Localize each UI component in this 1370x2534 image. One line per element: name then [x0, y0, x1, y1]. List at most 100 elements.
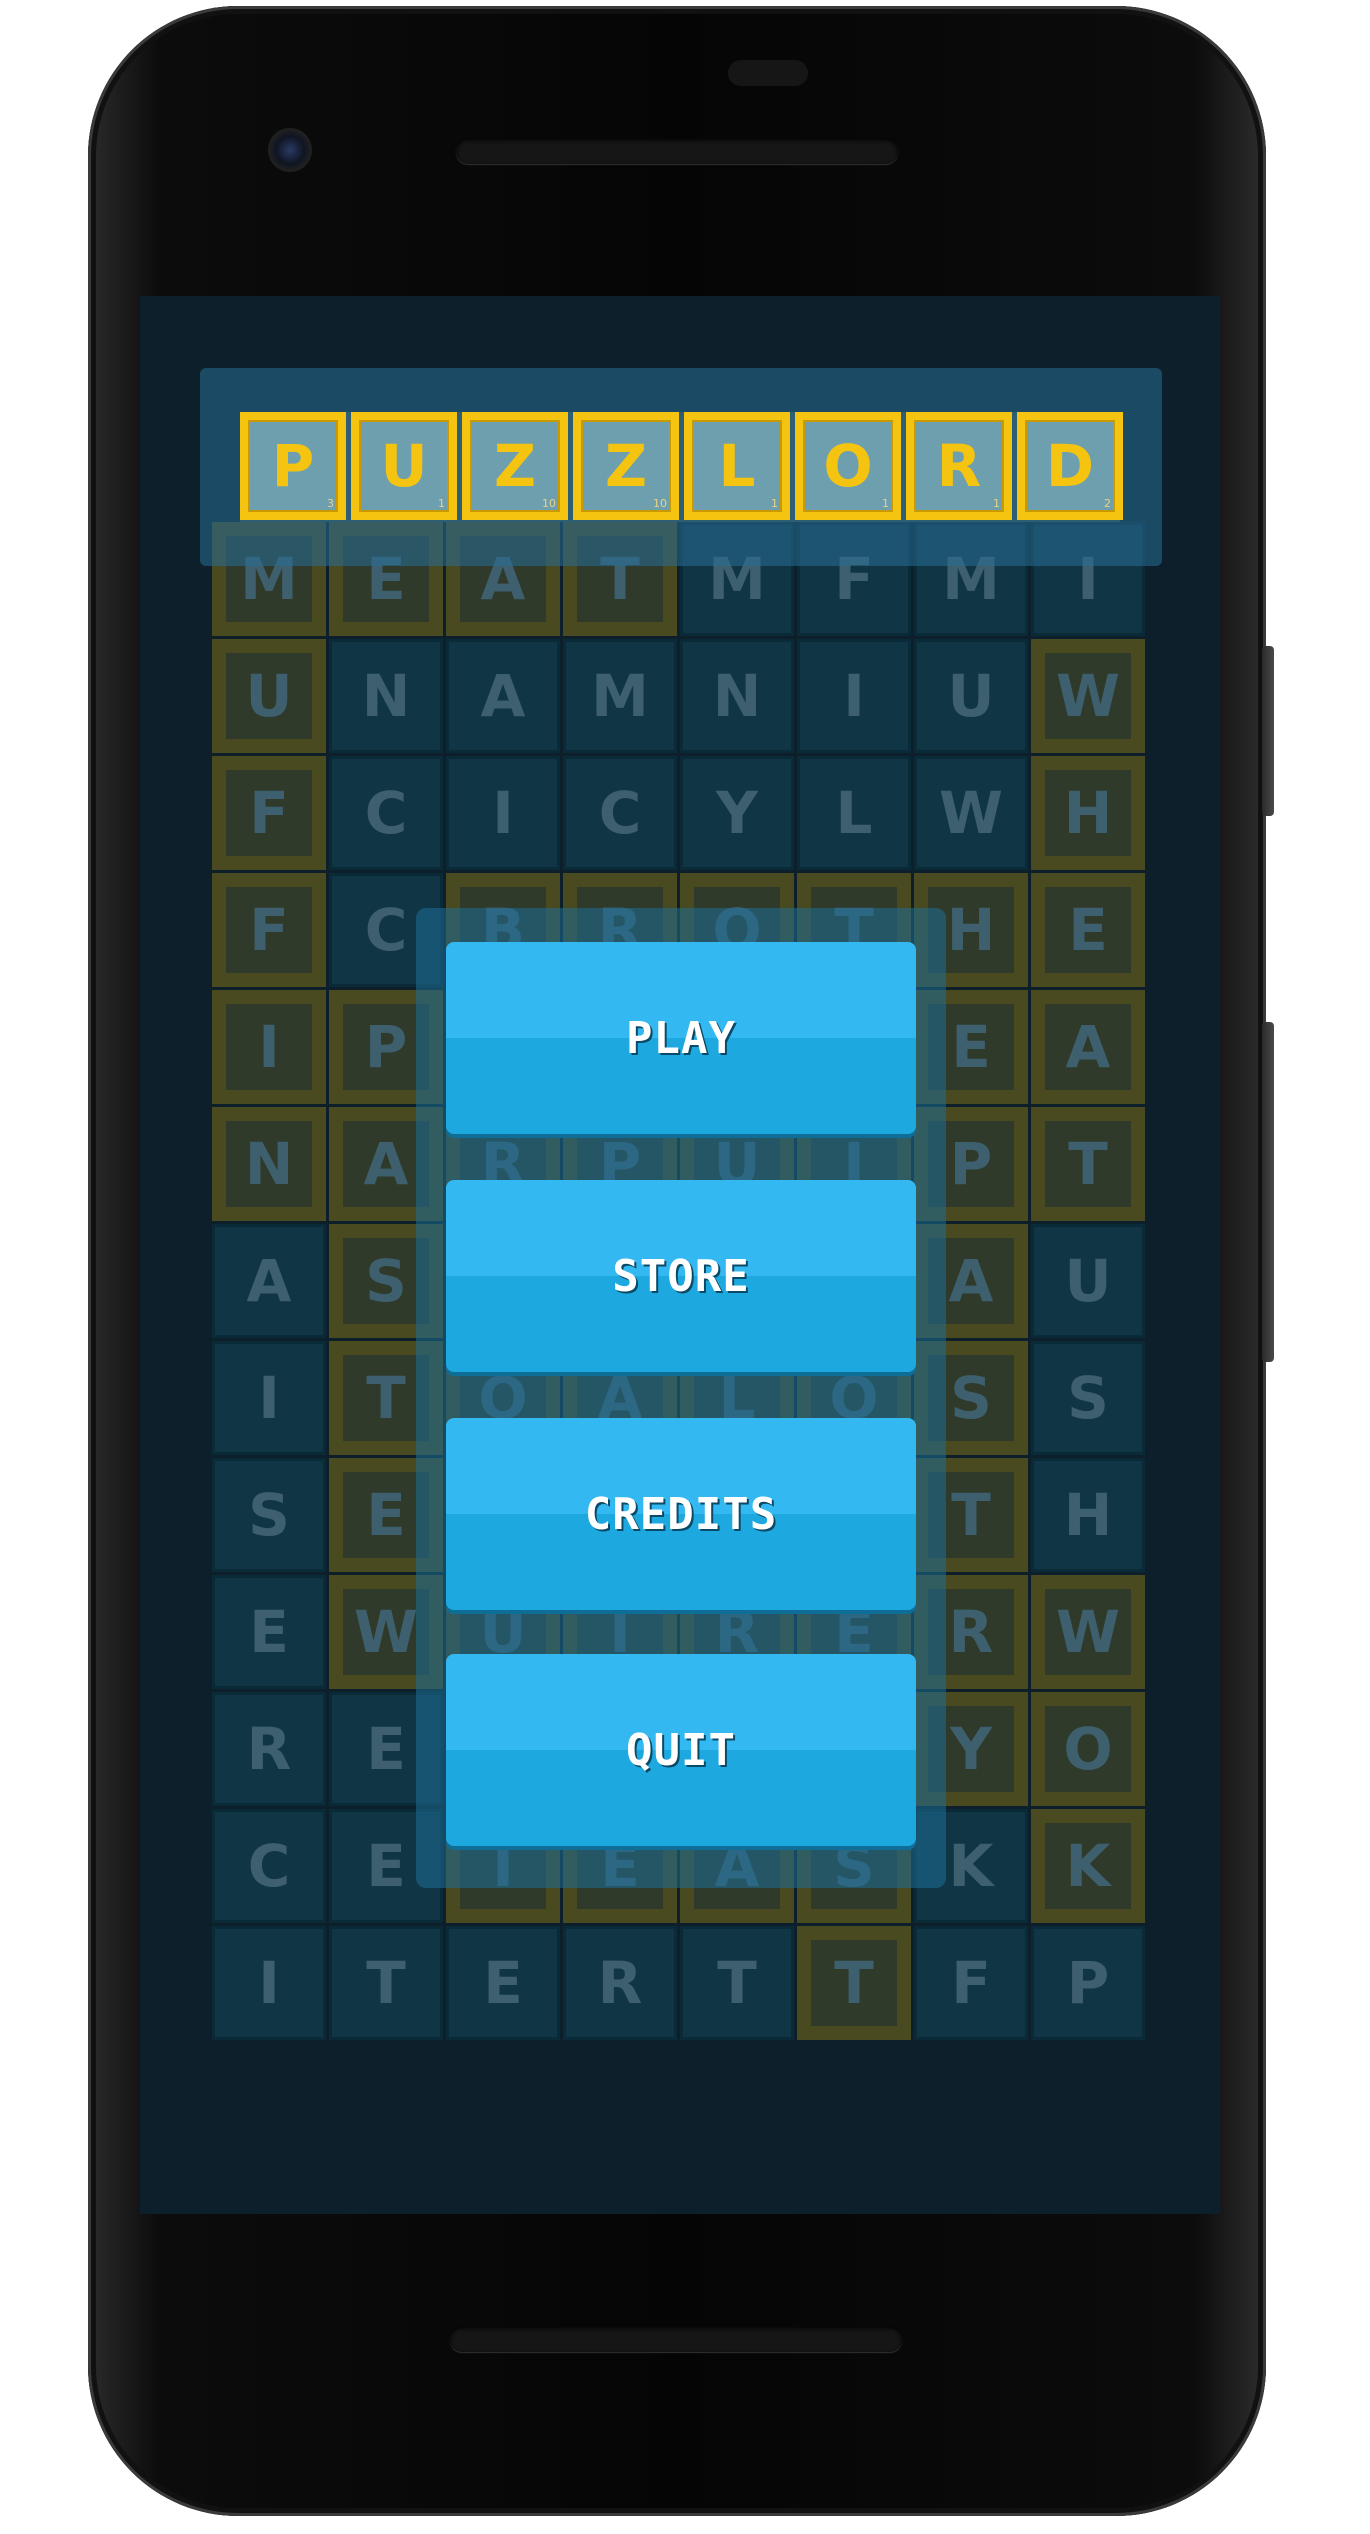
logo-tile-letter: Z: [493, 432, 537, 500]
board-cell-letter: O: [1063, 1715, 1113, 1783]
board-cell-letter: T: [717, 1949, 757, 2017]
board-cell-letter: E: [366, 1481, 406, 1549]
logo-tile-score: 1: [882, 497, 889, 510]
board-cell-letter: R: [948, 1598, 994, 1666]
board-cell: M: [563, 639, 677, 753]
board-cell-letter: A: [1065, 1013, 1111, 1081]
logo-tile: O1: [795, 412, 901, 520]
board-cell-letter: N: [712, 662, 762, 730]
front-camera-icon: [268, 128, 312, 172]
app-screen: MEATMFMIUNAMNIUWFCICYLWHFCBROTHEIPEANARP…: [140, 296, 1220, 2214]
board-cell: E: [446, 1926, 560, 2040]
board-cell-letter: U: [1064, 1247, 1112, 1315]
board-cell: C: [329, 756, 443, 870]
board-cell-letter: N: [244, 1130, 294, 1198]
board-cell-letter: Y: [950, 1715, 992, 1783]
logo-tile: Z 10: [462, 412, 568, 520]
board-cell-letter: S: [950, 1364, 992, 1432]
board-cell-letter: S: [1067, 1364, 1109, 1432]
board-cell-letter: S: [365, 1247, 407, 1315]
board-cell-letter: E: [366, 1715, 406, 1783]
board-cell: E: [212, 1575, 326, 1689]
board-cell-letter: W: [354, 1598, 418, 1666]
logo-tile: U1: [351, 412, 457, 520]
board-cell-letter: T: [951, 1481, 991, 1549]
logo-tile-letter: U: [380, 432, 428, 500]
board-cell-letter: P: [364, 1013, 408, 1081]
board-cell: T: [329, 1926, 443, 2040]
board-cell-letter: L: [835, 779, 873, 847]
board-cell-letter: I: [258, 1364, 280, 1432]
quit-button[interactable]: QUIT: [446, 1654, 916, 1846]
board-cell: S: [212, 1458, 326, 1572]
play-button-label: PLAY: [626, 1012, 736, 1064]
logo-tile: L1: [684, 412, 790, 520]
logo-tile-letter: L: [718, 432, 756, 500]
board-cell: F: [212, 756, 326, 870]
logo-tile: P3: [240, 412, 346, 520]
board-cell: T: [797, 1926, 911, 2040]
logo-tile: Z 10: [573, 412, 679, 520]
board-cell-letter: I: [492, 779, 514, 847]
board-cell-letter: S: [248, 1481, 290, 1549]
board-cell: T: [680, 1926, 794, 2040]
logo-tile: D2: [1017, 412, 1123, 520]
board-cell-letter: F: [249, 896, 289, 964]
board-cell: T: [1031, 1107, 1145, 1221]
board-cell-letter: I: [258, 1013, 280, 1081]
logo-tile-letter: O: [823, 432, 873, 500]
board-cell: Y: [680, 756, 794, 870]
logo-tile-score: 1: [438, 497, 445, 510]
volume-button: [1262, 1022, 1274, 1362]
board-cell: I: [212, 1341, 326, 1455]
store-button[interactable]: STORE: [446, 1180, 916, 1372]
board-cell-letter: E: [483, 1949, 523, 2017]
board-cell: H: [1031, 756, 1145, 870]
board-cell: F: [212, 873, 326, 987]
board-cell: N: [212, 1107, 326, 1221]
board-cell: C: [212, 1809, 326, 1923]
board-cell-letter: W: [939, 779, 1003, 847]
board-cell: U: [1031, 1224, 1145, 1338]
board-cell-letter: C: [364, 896, 408, 964]
board-cell-letter: A: [948, 1247, 994, 1315]
board-cell-letter: Y: [716, 779, 758, 847]
credits-button-label: CREDITS: [584, 1488, 778, 1540]
logo-tile-score: 1: [993, 497, 1000, 510]
logo-tile-score: 2: [1104, 497, 1111, 510]
board-cell: A: [1031, 990, 1145, 1104]
board-cell: W: [1031, 639, 1145, 753]
board-cell-letter: W: [1056, 1598, 1120, 1666]
board-cell-letter: T: [834, 1949, 874, 2017]
board-cell: O: [1031, 1692, 1145, 1806]
board-cell-letter: N: [361, 662, 411, 730]
logo-tile-letter: P: [271, 432, 315, 500]
board-cell: R: [212, 1692, 326, 1806]
board-cell-letter: E: [249, 1598, 289, 1666]
board-cell-letter: P: [1066, 1949, 1110, 2017]
board-cell: A: [212, 1224, 326, 1338]
board-cell: C: [563, 756, 677, 870]
board-cell-letter: T: [1068, 1130, 1108, 1198]
board-cell: F: [914, 1926, 1028, 2040]
board-cell-letter: M: [591, 662, 649, 730]
board-cell-letter: E: [1068, 896, 1108, 964]
board-cell-letter: H: [946, 896, 996, 964]
board-cell: U: [914, 639, 1028, 753]
credits-button[interactable]: CREDITS: [446, 1418, 916, 1610]
board-cell: R: [563, 1926, 677, 2040]
board-cell-letter: U: [245, 662, 293, 730]
board-cell: I: [797, 639, 911, 753]
board-cell: N: [680, 639, 794, 753]
play-button[interactable]: PLAY: [446, 942, 916, 1134]
board-cell-letter: A: [480, 662, 526, 730]
logo-tile-score: 10: [653, 497, 667, 510]
earpiece-notch: [728, 60, 808, 86]
board-cell: W: [914, 756, 1028, 870]
board-cell-letter: H: [1063, 779, 1113, 847]
board-cell-letter: I: [258, 1949, 280, 2017]
logo-tile-letter: R: [936, 432, 982, 500]
board-cell: I: [212, 990, 326, 1104]
bottom-speaker: [450, 2326, 902, 2352]
board-cell-letter: I: [843, 662, 865, 730]
